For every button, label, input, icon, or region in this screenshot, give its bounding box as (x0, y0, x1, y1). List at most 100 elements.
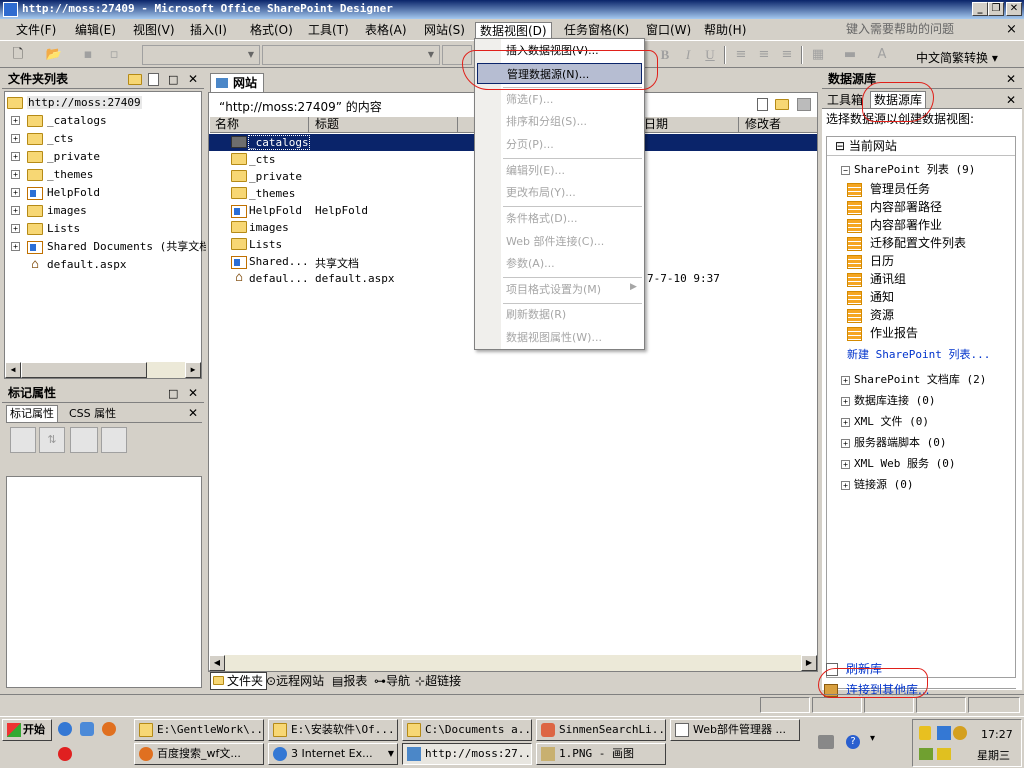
menu-help[interactable]: 帮助(H) (700, 22, 750, 39)
menu-item-conditional-formatting[interactable]: 条件格式(D)... (477, 208, 642, 229)
collapse-icon[interactable]: − (841, 166, 850, 175)
tree-item[interactable]: + _private (5, 148, 100, 165)
bold-button[interactable]: B (655, 45, 675, 65)
menu-item-format-item-as[interactable]: 项目格式设置为(M) (477, 279, 642, 300)
expand-icon[interactable]: + (841, 376, 850, 385)
align-center-icon[interactable]: ≡ (754, 45, 774, 65)
shield-icon[interactable] (919, 726, 931, 740)
horizontal-scrollbar[interactable] (21, 362, 185, 378)
tray-app-icon[interactable] (919, 748, 933, 760)
font-color-icon[interactable]: A (872, 45, 892, 65)
scroll-left-button[interactable]: ◀ (209, 655, 225, 671)
expand-icon[interactable]: + (11, 134, 20, 143)
current-site-header[interactable]: ⊟ 当前网站 (827, 137, 1015, 156)
menu-table[interactable]: 表格(A) (361, 22, 411, 39)
properties-grid[interactable] (6, 476, 202, 688)
expand-icon[interactable]: + (11, 224, 20, 233)
sort-az-icon[interactable]: ⇅ (39, 427, 65, 453)
highlight-icon[interactable]: ▬ (840, 45, 860, 65)
horizontal-scrollbar[interactable] (225, 655, 801, 671)
taskbar-button[interactable]: C:\Documents a... (402, 719, 532, 741)
source-group[interactable]: + 链接源 (0) (841, 474, 986, 495)
style-select[interactable]: ▼ (142, 45, 260, 65)
tray-app-icon[interactable] (937, 748, 951, 760)
list-item[interactable]: 资源 (847, 306, 966, 324)
list-item[interactable]: 日历 (847, 252, 966, 270)
source-group[interactable]: + SharePoint 文档库 (2) (841, 369, 986, 390)
expand-icon[interactable]: + (11, 116, 20, 125)
menu-item-parameters[interactable]: 参数(A)... (477, 253, 642, 274)
expand-icon[interactable]: + (841, 418, 850, 427)
source-group[interactable]: + XML 文件 (0) (841, 411, 986, 432)
list-item[interactable]: 管理员任务 (847, 180, 966, 198)
menu-item-refresh-data[interactable]: 刷新数据(R) (477, 304, 642, 325)
show-tag-icon[interactable] (101, 427, 127, 453)
sp-lists-group[interactable]: − SharePoint 列表 (9) (841, 161, 975, 177)
source-group[interactable]: + 服务器端脚本 (0) (841, 432, 986, 453)
preview-icon[interactable]: ▫ (104, 45, 124, 65)
expand-icon[interactable]: + (841, 397, 850, 406)
traditional-simplified-button[interactable]: 中文简繁转换 ▾ (916, 49, 998, 66)
menu-insert[interactable]: 插入(I) (186, 22, 231, 39)
ie-icon[interactable] (58, 722, 72, 736)
expand-icon[interactable]: + (841, 460, 850, 469)
new-page-icon[interactable] (757, 98, 768, 111)
list-item[interactable]: 作业报告 (847, 324, 966, 342)
tab-hyperlinks[interactable]: ⊹超链接 (415, 673, 461, 689)
tree-item[interactable]: + _cts (5, 130, 74, 147)
tree-item[interactable]: + HelpFold (5, 184, 100, 201)
firefox-icon[interactable] (102, 722, 116, 736)
menu-format[interactable]: 格式(O) (246, 22, 297, 39)
menu-file[interactable]: 文件(F) (12, 22, 60, 39)
tray-app-icon[interactable] (58, 747, 72, 761)
tree-item[interactable]: + _themes (5, 166, 93, 183)
tab-toolbox[interactable]: 工具箱 (824, 92, 866, 108)
new-sharepoint-list-link[interactable]: 新建 SharePoint 列表... (847, 346, 990, 362)
network-icon[interactable] (937, 726, 951, 740)
expand-icon[interactable]: + (11, 170, 20, 179)
tree-root[interactable]: http://moss:27409 (7, 94, 142, 111)
italic-button[interactable]: I (678, 45, 698, 65)
taskbar-button[interactable]: E:\GentleWork\... (134, 719, 264, 741)
categorized-icon[interactable] (10, 427, 36, 453)
taskbar-button[interactable]: 1.PNG - 画图 (536, 743, 666, 765)
tab-remote-site[interactable]: ⊙远程网站 (266, 673, 324, 689)
expand-icon[interactable]: + (11, 152, 20, 161)
help-icon[interactable]: ? (846, 735, 860, 749)
source-group[interactable]: + XML Web 服务 (0) (841, 453, 986, 474)
menu-site[interactable]: 网站(S) (420, 22, 469, 39)
menu-data-view[interactable]: 数据视图(D) (475, 22, 552, 39)
pane-close-icon[interactable]: ✕ (188, 72, 198, 86)
new-folder-icon[interactable] (775, 99, 789, 110)
column-name[interactable]: 名称 (209, 117, 309, 133)
borders-icon[interactable]: ▦ (808, 45, 828, 65)
pane-close-icon[interactable]: ✕ (188, 386, 198, 400)
tab-reports[interactable]: ▤报表 (332, 673, 367, 689)
options-arrow-icon[interactable]: ▾ (870, 733, 875, 744)
tree-item[interactable]: + Shared Documents (共享文档 (5, 238, 210, 255)
close-button[interactable]: ✕ (1006, 2, 1022, 16)
menu-window[interactable]: 窗口(W) (642, 22, 695, 39)
tray-app-icon[interactable] (953, 726, 967, 740)
tab-close-icon[interactable]: ✕ (1006, 93, 1016, 107)
scroll-right-button[interactable]: ▶ (801, 655, 817, 671)
list-item[interactable]: 内容部署路径 (847, 198, 966, 216)
list-item[interactable]: 内容部署作业 (847, 216, 966, 234)
taskbar-button[interactable]: 百度搜索_wf文... (134, 743, 264, 765)
scroll-left-button[interactable]: ◀ (5, 362, 21, 378)
align-right-icon[interactable]: ≡ (777, 45, 797, 65)
start-button[interactable]: 开始 (2, 719, 52, 741)
menu-item-change-layout[interactable]: 更改布局(Y)... (477, 182, 642, 203)
minimize-button[interactable]: _ (972, 2, 988, 16)
pane-maximize-icon[interactable]: □ (168, 387, 178, 400)
open-icon[interactable]: 📂 (44, 45, 64, 65)
restore-button[interactable]: ❐ (988, 2, 1004, 16)
taskbar-button[interactable]: Web部件管理器 ... (670, 719, 800, 741)
expand-icon[interactable]: + (841, 439, 850, 448)
menu-item-filter[interactable]: 筛选(F)... (477, 89, 642, 110)
expand-icon[interactable]: + (11, 206, 20, 215)
pane-maximize-icon[interactable]: □ (168, 73, 178, 86)
column-title[interactable]: 标题 (310, 117, 458, 133)
menu-tools[interactable]: 工具(T) (304, 22, 353, 39)
menu-item-paging[interactable]: 分页(P)... (477, 134, 642, 155)
